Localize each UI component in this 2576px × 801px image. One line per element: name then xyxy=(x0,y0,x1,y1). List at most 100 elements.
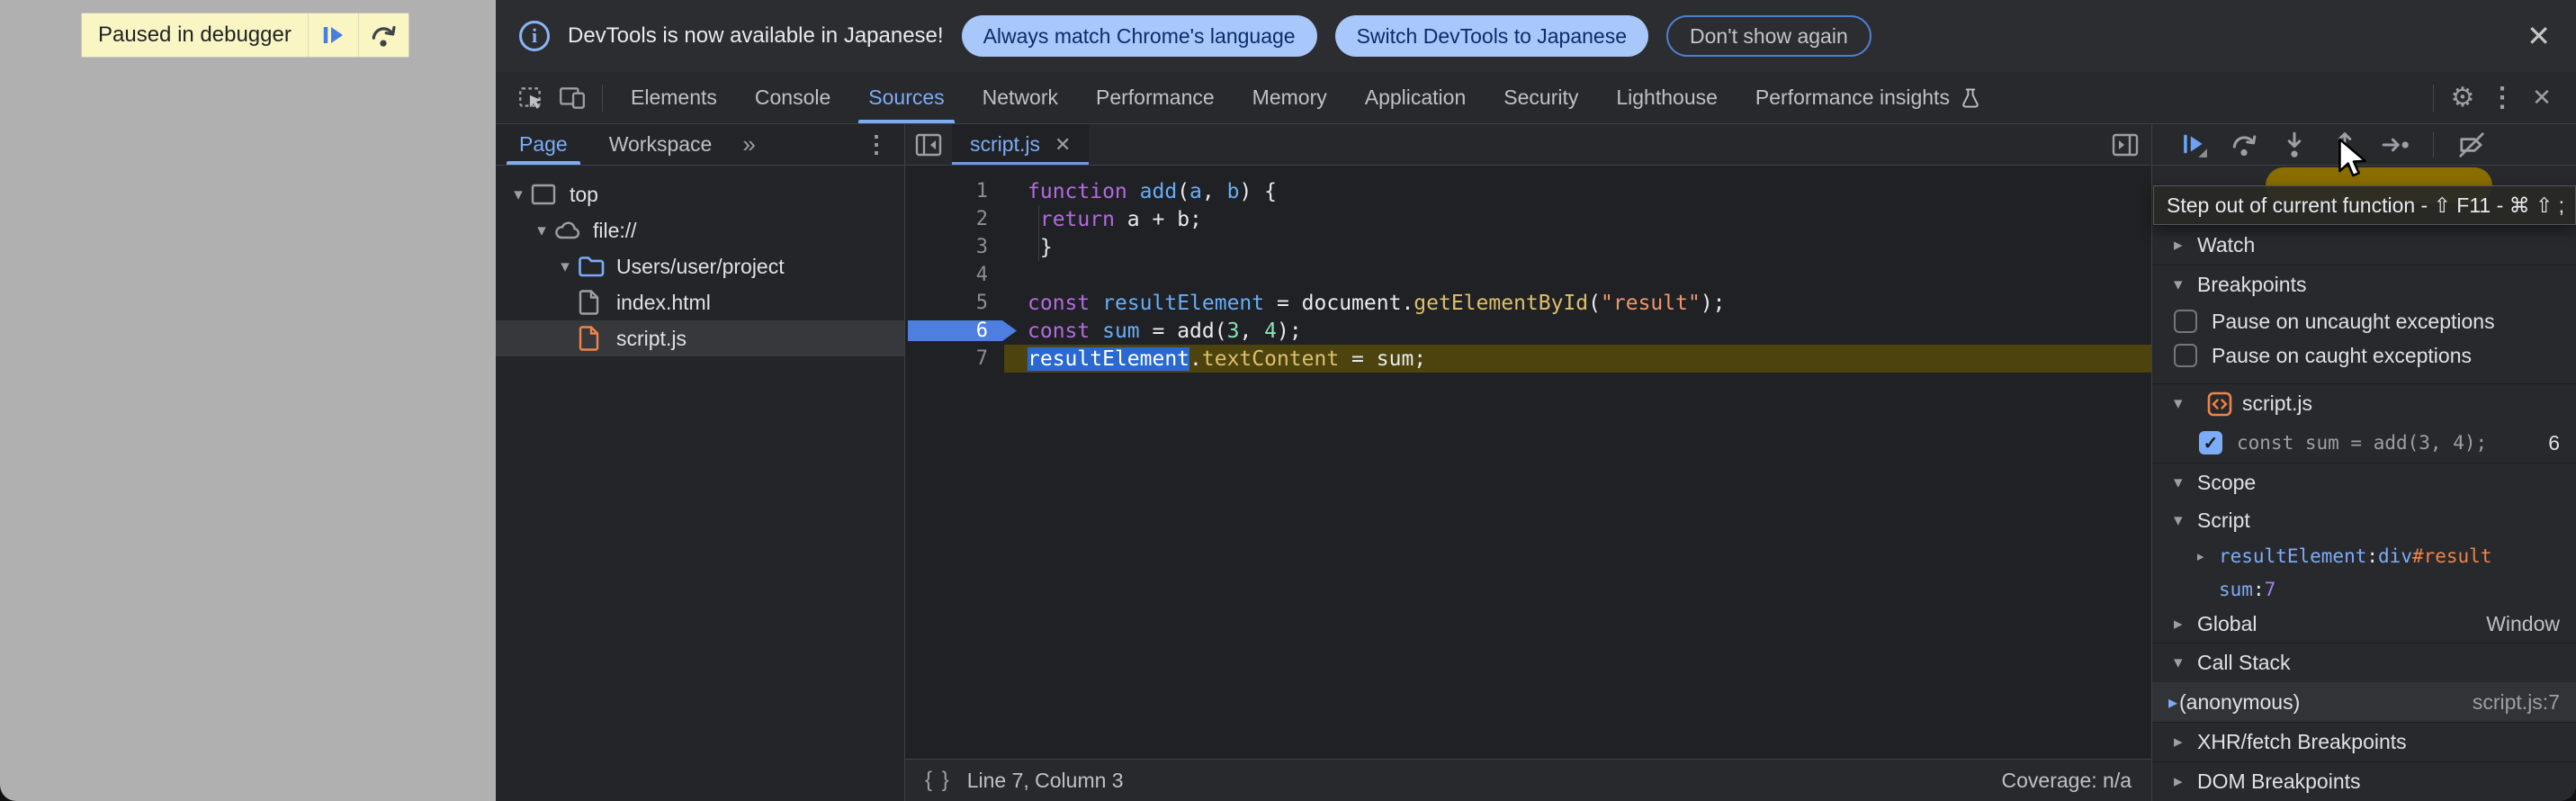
code-line[interactable]: 7resultElement.textContent = sum; xyxy=(905,345,2151,373)
breakpoint-checkbox[interactable] xyxy=(2199,431,2222,454)
tab-application[interactable]: Application xyxy=(1346,72,1485,123)
breakpoint-entry[interactable]: const sum = add(3, 4); 6 xyxy=(2152,423,2576,463)
inspect-element-icon[interactable] xyxy=(516,83,546,113)
tab-security[interactable]: Security xyxy=(1485,72,1597,123)
code-token: const xyxy=(1028,320,1090,343)
device-toolbar-icon[interactable] xyxy=(557,83,588,113)
line-number[interactable]: 1 xyxy=(905,180,1004,202)
call-stack-frame[interactable]: ▸ (anonymous) script.js:7 xyxy=(2152,682,2576,722)
call-stack-label: Call Stack xyxy=(2197,651,2291,675)
line-number[interactable]: 3 xyxy=(905,236,1004,258)
code-token: resultElement xyxy=(1102,292,1264,315)
editor-tab-close-icon[interactable]: ✕ xyxy=(1055,133,1071,157)
navigator-menu-icon[interactable]: ⋮ xyxy=(848,130,904,158)
line-number[interactable]: 7 xyxy=(905,347,1004,370)
line-number[interactable]: 5 xyxy=(905,292,1004,314)
resume-script-button[interactable] xyxy=(308,14,358,57)
code-token: add xyxy=(1140,180,1178,203)
dont-show-again-button[interactable]: Don't show again xyxy=(1666,15,1871,57)
expanded-arrow-icon: ▾ xyxy=(2174,472,2197,493)
scope-global-group[interactable]: ▸ Global Window xyxy=(2152,605,2576,643)
line-number[interactable]: 2 xyxy=(905,208,1004,230)
tab-sources[interactable]: Sources xyxy=(849,72,963,123)
pause-caught-checkbox[interactable] xyxy=(2174,344,2197,367)
close-devtools-icon[interactable]: ✕ xyxy=(2522,84,2562,112)
code-token: a + b; xyxy=(1115,208,1202,231)
line-number[interactable]: 4 xyxy=(905,264,1004,286)
scope-var-resultelement[interactable]: ▸ resultElement: div#result xyxy=(2152,538,2576,574)
tab-lighthouse[interactable]: Lighthouse xyxy=(1597,72,1737,123)
xhr-breakpoints-section-header[interactable]: ▸ XHR/fetch Breakpoints xyxy=(2152,722,2576,761)
code-token: ( xyxy=(1177,180,1189,203)
settings-gear-icon[interactable]: ⚙ xyxy=(2443,82,2482,113)
tab-network[interactable]: Network xyxy=(964,72,1077,123)
tab-console[interactable]: Console xyxy=(736,72,849,123)
pause-caught-row[interactable]: Pause on caught exceptions xyxy=(2152,338,2576,373)
expanded-arrow-icon: ▾ xyxy=(2174,274,2197,295)
scope-var-name: sum xyxy=(2219,579,2253,600)
tab-performance[interactable]: Performance xyxy=(1077,72,1234,123)
scope-section-header[interactable]: ▾ Scope xyxy=(2152,463,2576,502)
pause-uncaught-checkbox[interactable] xyxy=(2174,310,2197,333)
pause-uncaught-row[interactable]: Pause on uncaught exceptions xyxy=(2152,304,2576,338)
editor-tab-script-js[interactable]: script.js ✕ xyxy=(952,124,1089,165)
step-out-button[interactable] xyxy=(2330,130,2359,159)
step-over-button[interactable] xyxy=(2230,130,2258,159)
breakpoint-file-group[interactable]: ▾ script.js xyxy=(2152,383,2576,423)
code-line[interactable]: 6const sum = add(3, 4); xyxy=(905,317,2151,345)
tree-item-label: file:// xyxy=(593,219,637,243)
switch-to-japanese-button[interactable]: Switch DevTools to Japanese xyxy=(1335,15,1648,57)
more-options-icon[interactable]: ⋮ xyxy=(2482,82,2522,113)
expand-arrow-icon[interactable]: ▾ xyxy=(530,220,553,241)
match-chrome-language-button[interactable]: Always match Chrome's language xyxy=(962,15,1317,57)
resume-button[interactable] xyxy=(2179,130,2208,159)
watch-section-header[interactable]: ▸ Watch xyxy=(2152,225,2576,265)
code-line[interactable]: 1function add(a, b) { xyxy=(905,177,2151,205)
tree-item-script-js[interactable]: script.js xyxy=(496,320,904,356)
tree-item-index-html[interactable]: index.html xyxy=(496,284,904,320)
step-button[interactable] xyxy=(2381,130,2410,159)
code-line[interactable]: 3 } xyxy=(905,233,2151,261)
collapsed-arrow-icon: ▸ xyxy=(2195,546,2219,566)
folder-icon xyxy=(577,253,606,280)
tab-memory[interactable]: Memory xyxy=(1234,72,1346,123)
code-token: , xyxy=(1202,180,1227,203)
debugger-sidebar: Step out of current function - ⇧ F11 - ⌘… xyxy=(2152,124,2576,801)
call-stack-section-header[interactable]: ▾ Call Stack xyxy=(2152,643,2576,682)
toggle-debugger-sidebar-icon[interactable] xyxy=(2099,131,2151,158)
dom-breakpoints-section-header[interactable]: ▸ DOM Breakpoints xyxy=(2152,761,2576,801)
navigator-tab-workspace[interactable]: Workspace xyxy=(591,124,731,165)
paused-banner-text: Paused in debugger xyxy=(82,14,308,57)
code-line[interactable]: 2 return a + b; xyxy=(905,205,2151,233)
breakpoints-section-header[interactable]: ▾ Breakpoints xyxy=(2152,265,2576,304)
step-over-banner-button[interactable] xyxy=(358,14,408,57)
step-into-button[interactable] xyxy=(2280,130,2309,159)
code-token: b xyxy=(1227,180,1240,203)
code-token xyxy=(1028,208,1040,231)
code-token: sum xyxy=(1102,320,1140,343)
scope-separator: : xyxy=(2253,579,2265,600)
deactivate-breakpoints-button[interactable] xyxy=(2457,130,2486,159)
code-editor[interactable]: 1function add(a, b) {2 return a + b;3 } 4… xyxy=(905,166,2151,759)
navigator-tab-page[interactable]: Page xyxy=(501,124,586,165)
tree-item-file-protocol[interactable]: ▾ file:// xyxy=(496,212,904,248)
tab-elements[interactable]: Elements xyxy=(612,72,736,123)
scope-script-group[interactable]: ▾ Script xyxy=(2152,502,2576,538)
code-line[interactable]: 5const resultElement = document.getEleme… xyxy=(905,289,2151,317)
code-token: , xyxy=(1239,320,1264,343)
tab-performance-insights[interactable]: Performance insights xyxy=(1737,72,2001,123)
collapse-navigator-icon[interactable] xyxy=(905,131,952,158)
breakpoint-marker[interactable]: 6 xyxy=(905,320,1004,342)
tree-item-project-folder[interactable]: ▾ Users/user/project xyxy=(496,248,904,284)
pretty-print-icon[interactable]: { } xyxy=(925,768,951,793)
navigator-overflow-chevron[interactable]: » xyxy=(730,130,767,158)
scope-var-sum[interactable]: sum: 7 xyxy=(2152,574,2576,605)
expand-arrow-icon[interactable]: ▾ xyxy=(553,256,577,277)
code-line[interactable]: 4 xyxy=(905,261,2151,289)
tree-item-top[interactable]: ▾ top xyxy=(496,176,904,212)
expand-arrow-icon[interactable]: ▾ xyxy=(507,184,530,205)
code-token: ) { xyxy=(1239,180,1277,203)
code-token xyxy=(1127,180,1140,203)
infobar-close-icon[interactable]: ✕ xyxy=(2527,22,2551,50)
code-text: function add(a, b) { xyxy=(1004,180,1277,203)
